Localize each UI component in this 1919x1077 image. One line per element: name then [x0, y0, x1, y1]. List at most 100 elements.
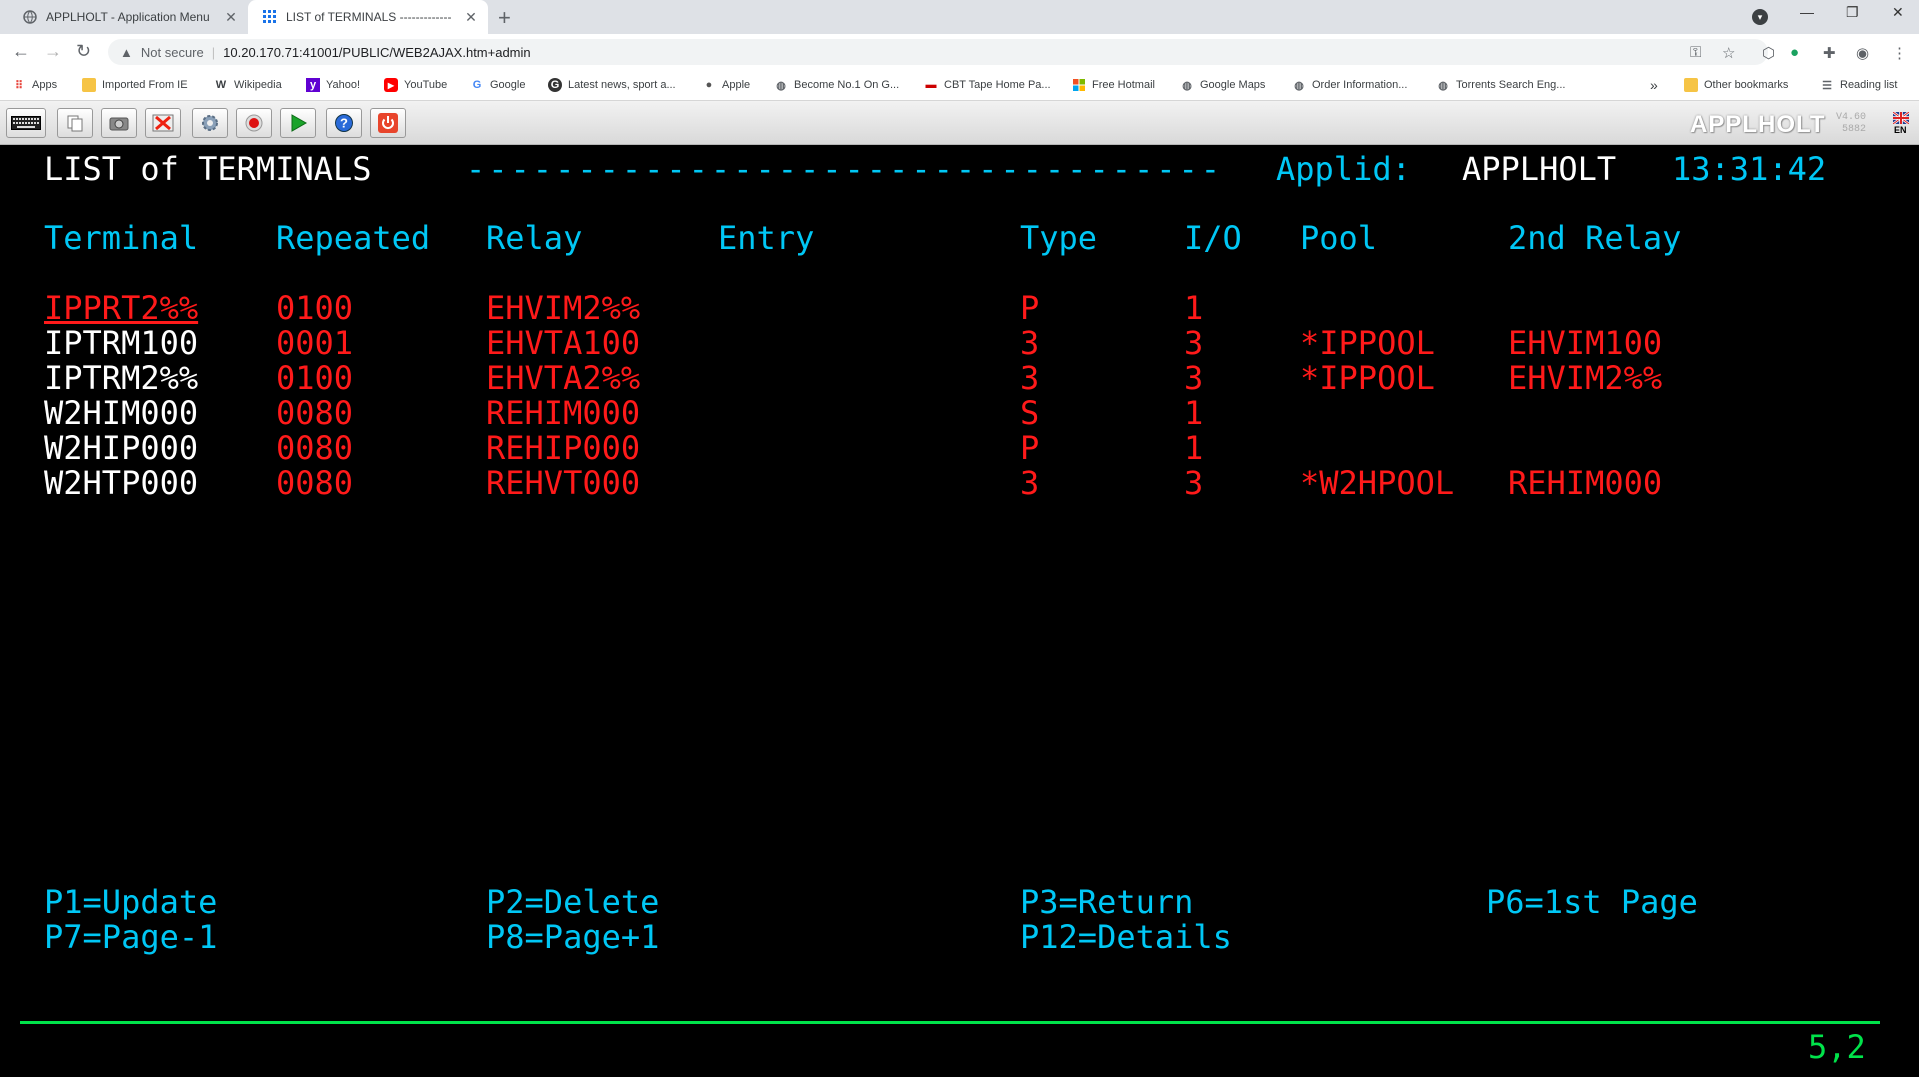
- settings-gear-icon[interactable]: [192, 108, 228, 138]
- extension-shield-icon[interactable]: ⬡: [1762, 44, 1775, 62]
- row4-type[interactable]: S: [1020, 396, 1039, 430]
- pf1-update-key[interactable]: P1=Update: [44, 885, 217, 919]
- row1-type[interactable]: P: [1020, 291, 1039, 325]
- terminal-screen[interactable]: LIST of TERMINALS ----------------------…: [0, 145, 1919, 1077]
- row3-2nd-relay[interactable]: EHVIM2%%: [1508, 361, 1662, 395]
- row4-terminal-field[interactable]: W2HIM000: [44, 396, 198, 430]
- row6-2nd-relay[interactable]: REHIM000: [1508, 466, 1662, 500]
- uk-flag-icon[interactable]: [1892, 111, 1910, 125]
- bookmark-google-maps[interactable]: ◍ Google Maps: [1180, 70, 1265, 100]
- language-code[interactable]: EN: [1894, 125, 1907, 135]
- profile-avatar-icon[interactable]: ◉: [1856, 44, 1869, 62]
- reload-icon[interactable]: ↻: [76, 41, 91, 62]
- folder-icon: [82, 78, 96, 92]
- extension-a-icon[interactable]: ●: [1790, 44, 1799, 61]
- row6-pool[interactable]: *W2HPOOL: [1300, 466, 1454, 500]
- bookmark-wikipedia[interactable]: W Wikipedia: [214, 70, 282, 100]
- row3-type[interactable]: 3: [1020, 361, 1039, 395]
- bookmark-youtube[interactable]: ▶ YouTube: [384, 70, 447, 100]
- keyboard-icon[interactable]: [6, 108, 46, 138]
- row1-repeated[interactable]: 0100: [276, 291, 353, 325]
- row6-type[interactable]: 3: [1020, 466, 1039, 500]
- row6-repeated[interactable]: 0080: [276, 466, 353, 500]
- row2-pool[interactable]: *IPPOOL: [1300, 326, 1435, 360]
- row3-relay[interactable]: EHVTA2%%: [486, 361, 640, 395]
- row3-pool[interactable]: *IPPOOL: [1300, 361, 1435, 395]
- new-tab-button[interactable]: +: [498, 5, 511, 31]
- row2-repeated[interactable]: 0001: [276, 326, 353, 360]
- pf3-return-key[interactable]: P3=Return: [1020, 885, 1193, 919]
- bookmark-apps[interactable]: ⠿ Apps: [12, 70, 57, 100]
- close-tab-icon[interactable]: ✕: [222, 9, 240, 26]
- restore-icon[interactable]: ❐: [1846, 4, 1859, 21]
- puzzle-extensions-icon[interactable]: ✚: [1823, 44, 1836, 62]
- row3-repeated[interactable]: 0100: [276, 361, 353, 395]
- key-icon[interactable]: ⚿: [1690, 44, 1701, 61]
- not-secure-label[interactable]: Not secure: [141, 45, 204, 60]
- bookmark-yahoo[interactable]: y Yahoo!: [306, 70, 360, 100]
- row2-relay[interactable]: EHVTA100: [486, 326, 640, 360]
- row2-type[interactable]: 3: [1020, 326, 1039, 360]
- row6-io[interactable]: 3: [1184, 466, 1203, 500]
- row2-2nd-relay[interactable]: EHVIM100: [1508, 326, 1662, 360]
- row4-io[interactable]: 1: [1184, 396, 1203, 430]
- pf2-delete-key[interactable]: P2=Delete: [486, 885, 659, 919]
- disconnect-icon[interactable]: [145, 108, 181, 138]
- row4-relay[interactable]: REHIM000: [486, 396, 640, 430]
- row5-io[interactable]: 1: [1184, 431, 1203, 465]
- bookmark-torrents-search[interactable]: ◍ Torrents Search Eng...: [1436, 70, 1565, 100]
- bookmark-cbt-tape[interactable]: ▬ CBT Tape Home Pa...: [924, 70, 1051, 100]
- row2-io[interactable]: 3: [1184, 326, 1203, 360]
- row6-terminal-field[interactable]: W2HTP000: [44, 466, 198, 500]
- row5-repeated[interactable]: 0080: [276, 431, 353, 465]
- bookmark-latest-news[interactable]: G Latest news, sport a...: [548, 70, 676, 100]
- row4-repeated[interactable]: 0080: [276, 396, 353, 430]
- pf8-page-forward-key[interactable]: P8=Page+1: [486, 920, 659, 954]
- close-tab-icon[interactable]: ✕: [462, 9, 480, 26]
- row5-relay[interactable]: REHIP000: [486, 431, 640, 465]
- pf12-details-key[interactable]: P12=Details: [1020, 920, 1232, 954]
- screenshot-icon[interactable]: [101, 108, 137, 138]
- forward-arrow-icon[interactable]: →: [44, 41, 62, 62]
- row2-terminal-field[interactable]: IPTRM100: [44, 326, 198, 360]
- back-arrow-icon[interactable]: ←: [12, 41, 30, 62]
- row1-terminal-field[interactable]: IPPRT2%%: [44, 291, 198, 325]
- clock-time: 13:31:42: [1672, 150, 1827, 188]
- row1-relay[interactable]: EHVIM2%%: [486, 291, 640, 325]
- record-icon[interactable]: [236, 108, 272, 138]
- row5-terminal-field[interactable]: W2HIP000: [44, 431, 198, 465]
- bookmark-free-hotmail[interactable]: Free Hotmail: [1072, 70, 1155, 100]
- row3-io[interactable]: 3: [1184, 361, 1203, 395]
- copy-icon[interactable]: [57, 108, 93, 138]
- star-bookmark-icon[interactable]: ☆: [1722, 44, 1735, 62]
- pf6-first-page-key[interactable]: P6=1st Page: [1486, 885, 1698, 919]
- bookmark-google[interactable]: G Google: [470, 70, 526, 100]
- play-icon[interactable]: [280, 108, 316, 138]
- bookmark-imported-from-ie[interactable]: Imported From IE: [82, 70, 188, 100]
- row1-io[interactable]: 1: [1184, 291, 1203, 325]
- power-icon[interactable]: [370, 108, 406, 138]
- warning-triangle-icon[interactable]: ▲: [120, 45, 133, 60]
- tab-application-menu[interactable]: APPLHOLT - Application Menu ✕: [8, 0, 248, 34]
- close-window-icon[interactable]: ✕: [1892, 4, 1904, 21]
- row6-relay[interactable]: REHVT000: [486, 466, 640, 500]
- bookmark-order-information[interactable]: ◍ Order Information...: [1292, 70, 1407, 100]
- bookmark-apple[interactable]: ● Apple: [702, 70, 750, 100]
- url-text[interactable]: 10.20.170.71:41001/PUBLIC/WEB2AJAX.htm+a…: [223, 45, 531, 60]
- other-bookmarks[interactable]: Other bookmarks: [1684, 70, 1788, 100]
- row5-type[interactable]: P: [1020, 431, 1039, 465]
- reading-list[interactable]: ☰ Reading list: [1820, 70, 1897, 100]
- help-icon[interactable]: ?: [326, 108, 362, 138]
- pf7-page-back-key[interactable]: P7=Page-1: [44, 920, 217, 954]
- menu-kebab-icon[interactable]: ⋮: [1892, 44, 1907, 62]
- tab-list-of-terminals[interactable]: LIST of TERMINALS ------------- ✕: [248, 0, 488, 34]
- windows-icon: [1072, 78, 1086, 92]
- row3-terminal-field[interactable]: IPTRM2%%: [44, 361, 198, 395]
- tab-search-icon[interactable]: ▾: [1752, 9, 1768, 25]
- globe-icon: ◍: [1438, 79, 1448, 92]
- emulator-version: V4.60 5882: [1836, 112, 1867, 135]
- bookmark-become-no1[interactable]: ◍ Become No.1 On G...: [774, 70, 899, 100]
- minimize-icon[interactable]: —: [1800, 4, 1814, 20]
- address-bar[interactable]: ▲ Not secure | 10.20.170.71:41001/PUBLIC…: [108, 39, 1768, 65]
- bookmarks-overflow-chevron-icon[interactable]: »: [1650, 70, 1658, 100]
